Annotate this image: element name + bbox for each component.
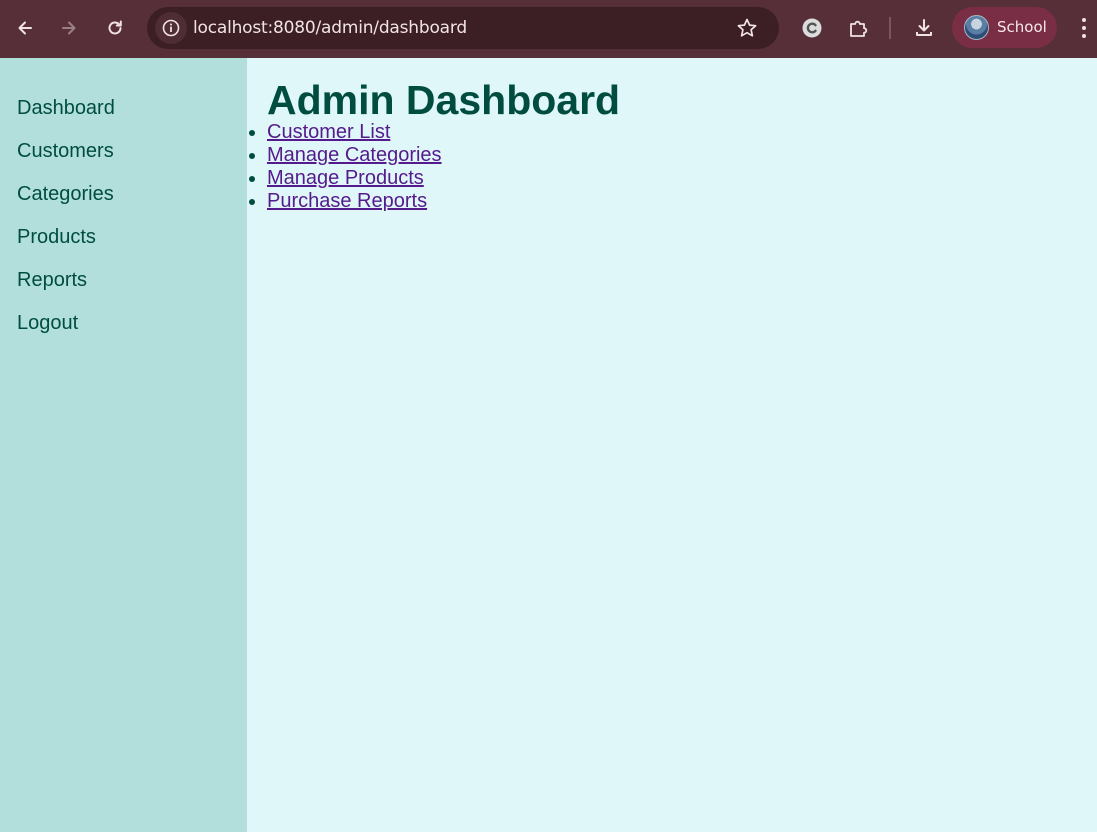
arrow-left-icon — [18, 21, 32, 35]
star-icon — [737, 18, 757, 37]
download-icon — [916, 19, 932, 36]
customer-list-link[interactable]: Customer List — [267, 121, 390, 143]
url-text[interactable]: localhost:8080/admin/dashboard — [193, 18, 467, 38]
info-icon — [162, 19, 180, 37]
bookmark-button[interactable] — [735, 16, 759, 40]
sidebar-item-dashboard[interactable]: Dashboard — [0, 96, 247, 139]
page: Dashboard Customers Categories Products … — [0, 58, 1097, 832]
toolbar-divider — [889, 17, 891, 39]
forward-button[interactable] — [53, 12, 85, 44]
sidebar-item-logout[interactable]: Logout — [0, 311, 247, 354]
downloads-button[interactable] — [908, 12, 940, 44]
dashboard-link-list: Customer List Manage Categories Manage P… — [247, 121, 442, 213]
reload-icon — [108, 20, 122, 35]
page-title: Admin Dashboard — [267, 77, 621, 123]
kebab-menu-icon[interactable] — [1075, 14, 1093, 42]
c-extension-icon — [802, 18, 822, 38]
c-extension-button[interactable] — [796, 12, 828, 44]
site-info-button[interactable] — [155, 12, 187, 44]
avatar — [964, 15, 989, 40]
manage-products-link[interactable]: Manage Products — [267, 167, 424, 189]
list-item: Customer List — [267, 121, 442, 144]
reload-button[interactable] — [99, 12, 131, 44]
profile-label: School — [997, 18, 1047, 36]
list-item: Manage Categories — [267, 144, 442, 167]
list-item: Manage Products — [267, 167, 442, 190]
sidebar-item-customers[interactable]: Customers — [0, 139, 247, 182]
sidebar-item-products[interactable]: Products — [0, 225, 247, 268]
sidebar-item-categories[interactable]: Categories — [0, 182, 247, 225]
main-content: Admin Dashboard Customer List Manage Cat… — [247, 58, 1097, 832]
sidebar-item-reports[interactable]: Reports — [0, 268, 247, 311]
manage-categories-link[interactable]: Manage Categories — [267, 144, 442, 166]
list-item: Purchase Reports — [267, 190, 442, 213]
arrow-right-icon — [62, 21, 76, 35]
back-button[interactable] — [9, 12, 41, 44]
puzzle-icon — [850, 20, 868, 37]
address-bar[interactable]: localhost:8080/admin/dashboard — [147, 7, 779, 49]
purchase-reports-link[interactable]: Purchase Reports — [267, 190, 427, 212]
sidebar: Dashboard Customers Categories Products … — [0, 58, 247, 832]
profile-button[interactable]: School — [952, 7, 1057, 48]
extensions-button[interactable] — [842, 12, 874, 44]
browser-toolbar: localhost:8080/admin/dashboard School — [0, 0, 1097, 58]
